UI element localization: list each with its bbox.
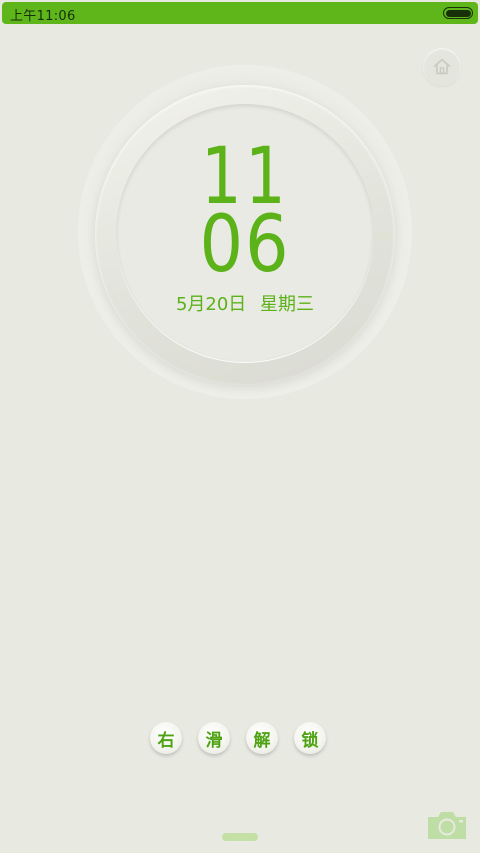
home-button[interactable] [423,48,461,86]
bottom-drag-handle[interactable] [222,833,258,841]
status-bar: 上午11:06 [2,2,478,24]
unlock-char-3[interactable]: 解 [246,722,278,754]
slide-to-unlock[interactable]: 右 滑 解 锁 [148,722,332,758]
unlock-char-2[interactable]: 滑 [198,722,230,754]
home-icon [433,58,451,75]
lock-screen: 上午11:06 11 06 5月20日 星期三 右 滑 解 锁 [0,0,480,853]
status-time: 上午11:06 [10,9,76,24]
battery-icon [443,7,473,19]
unlock-char-1[interactable]: 右 [150,722,182,754]
camera-button[interactable] [426,809,468,841]
camera-icon [428,812,466,839]
clock-date: 5月20日 星期三 [116,294,374,316]
clock-minute: 06 [199,200,291,290]
battery-level [445,9,471,17]
unlock-char-4[interactable]: 锁 [294,722,326,754]
date-text: 5月20日 [175,294,247,315]
weekday-text: 星期三 [260,294,315,315]
